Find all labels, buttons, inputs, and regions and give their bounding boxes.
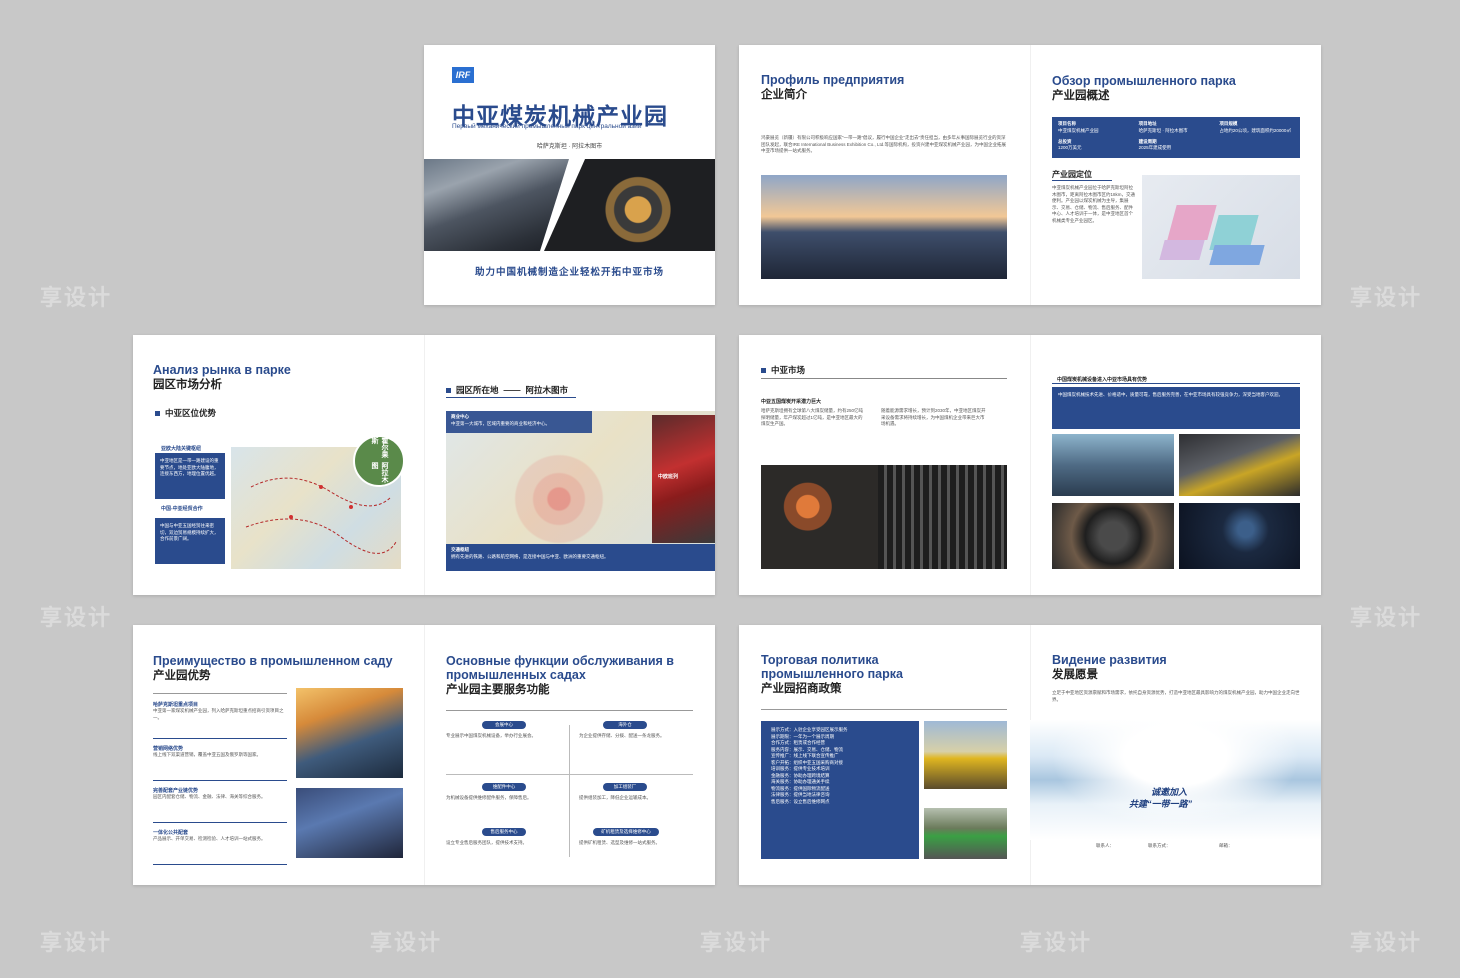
location-advantage-head: 中亚区位优势 [155, 407, 216, 419]
advantages-cn-title: 产业园优势 [153, 670, 211, 682]
dump-truck-photo [924, 721, 1007, 789]
function-5: 售后服务中心 设立专业售后服务团队，提供技术支持。 [446, 828, 527, 845]
market-head: 中亚市场 [761, 364, 805, 376]
watermark-7: 享设计 [700, 930, 773, 955]
machine-photo [544, 159, 715, 251]
logistics-photo [296, 688, 403, 778]
worker-photo [761, 465, 878, 569]
profile-ru-title: Профиль предприятия [761, 73, 905, 87]
location-head: 园区所在地 —— 阿拉木图市 [446, 384, 568, 396]
market-col-2: 随着能源需求增长，预计到2030年，中亚地区煤炭开采设备需求将持续增长，为中国煤… [881, 408, 986, 426]
overview-ru-title: Обзор промышленного парка [1052, 74, 1236, 88]
vision-cn-title: 发展愿景 [1052, 669, 1098, 681]
logo: IRF [452, 67, 474, 83]
cover-page: IRF 中亚煤炭机械产业园 Первый механический промыш… [424, 45, 715, 305]
market-sub: 中亚五国煤炭开采潜力巨大 [761, 399, 822, 405]
watermark-6: 享设计 [1350, 930, 1423, 955]
spread-advantages: Преимущество в промышленном саду 产业园优势 哈… [133, 625, 715, 885]
watermark-2: 享设计 [40, 605, 113, 630]
transport-hub-box: 交通枢纽 拥有先进的铁路、公路和航空网络，是连接中国与中亚、欧洲的重要交通枢纽。 [446, 544, 715, 571]
spread-central-asia-market: 中亚市场 中亚五国煤炭开采潜力巨大 哈萨克斯坦拥有全球第八大煤炭储量，约有250… [739, 335, 1321, 595]
watermark-4: 享设计 [1350, 285, 1423, 310]
office-photo [296, 788, 403, 858]
profile-cn-title: 企业简介 [761, 89, 807, 101]
overview-info-box: 项目名称 中亚煤炭机械产业园 项目地址 哈萨克斯坦 · 阿拉木图市 项目规模 占地约2… [1052, 117, 1300, 158]
market-cn-title: 园区市场分析 [153, 379, 222, 391]
vision-body: 立足于中亚地区资源禀赋和市场需求，依托自身资源优势，打造中亚地区最具影响力的煤炭… [1052, 690, 1300, 702]
cover-location: 哈萨克斯坦 · 阿拉木图市 [536, 144, 603, 150]
map-inset-circle: 霍尔果斯 阿拉木图 [353, 435, 405, 487]
contact-method: 联系方式： [1148, 843, 1171, 848]
watermark-5: 享设计 [1350, 605, 1423, 630]
functions-hdivider [446, 774, 693, 775]
cover-subtitle: Первый механический промышленный парк це… [452, 123, 642, 130]
spread-profile: Профиль предприятия 企业简介 鸿豪展览（新疆）有限公司积极响… [739, 45, 1321, 305]
mine-photo [424, 159, 569, 251]
vision-ru-title: Видение развития [1052, 653, 1167, 667]
cover-slogan: 助力中国机械制造企业轻松开拓中亚市场 [474, 267, 664, 278]
miner-photo [1179, 503, 1300, 569]
watermark-8: 享设计 [1020, 930, 1093, 955]
policy-ru-title-1: Торговая политика [761, 653, 879, 667]
profile-body: 鸿豪展览（新疆）有限公司积极响应国家“一带一路”倡议，履行中国企业“走出去”责任… [761, 135, 1007, 153]
policy-ru-title-2: промышленного парка [761, 667, 903, 681]
positioning-title: 产业园定位 [1052, 170, 1092, 179]
park-rendering [1142, 175, 1300, 279]
business-center-box: 商业中心 中亚第一大城市，区域内重要的商业和经济中心。 [446, 411, 592, 433]
overview-cn-title: 产业园概述 [1052, 90, 1110, 102]
advantage-item-2-title: 中国-中亚经贸合作 [161, 506, 203, 512]
functions-ru-title: Основные функции обслуживания в промышле… [446, 654, 674, 682]
function-2: 海外仓 为企业提供存储、分拨、配送一条龙服务。 [579, 721, 665, 738]
spread-market-analysis: Анализ рынка в парке 园区市场分析 中亚区位优势 亚欧大陆关… [133, 335, 715, 595]
spread-policy-vision: Торговая политика промышленного парка 产业… [739, 625, 1321, 885]
advantage-2: 营销网络优势 线上线下双渠道营销，覆盖中亚五国及俄罗斯等国家。 [153, 739, 287, 781]
market-col-1: 哈萨克斯坦拥有全球第八大煤炭储量，约有250亿吨探明储量，年产煤炭超过1亿吨，是… [761, 408, 864, 426]
coal-photo [1052, 503, 1174, 569]
city-photo [761, 175, 1007, 279]
mining-truck-photo [1179, 434, 1300, 496]
crusher-photo [924, 808, 1007, 859]
policy-cn-title: 产业园招商政策 [761, 683, 842, 695]
advantage-3: 完善配套产业链优势 园区内配套仓储、物流、金融、法律、海关等综合服务。 [153, 781, 287, 823]
tunnel-photo [878, 465, 1007, 569]
function-1: 会展中心 专业展示中国煤炭机械设备，举办行业展会。 [446, 721, 536, 738]
functions-cn-title: 产业园主要服务功能 [446, 684, 550, 696]
advantage-1: 哈萨克斯坦重点项目 中亚第一家煤炭机械产业园，列入哈萨克斯坦重点招商引资项目之一… [153, 699, 287, 739]
market-ru-title: Анализ рынка в парке [153, 363, 291, 377]
function-3: 维配件中心 为机械设备提供维修配件服务，保障售后。 [446, 783, 532, 800]
advantage-sub: 中国煤炭机械设备进入中亚市场具有优势 [1057, 377, 1148, 383]
advantage-4: 一体化公共配套 产品展示、开单交易、检测检验、人才培训一站式服务。 [153, 823, 287, 865]
contact-email: 邮箱： [1219, 843, 1233, 848]
watermark-3: 享设计 [40, 930, 113, 955]
advantage-item-2-box: 中国与中亚五国经贸往来密切，双边贸易规模持续扩大，合作前景广阔。 [155, 518, 225, 564]
advantages-ru-title: Преимущество в промышленном саду [153, 654, 393, 668]
function-6: 矿机租赁及选择维修中心 提供矿机租赁、选型及维修一站式服务。 [579, 828, 660, 845]
policy-box: 展示方式：入驻企业享受园区展示服务 展示期限：一年为一个展示周期 合作方式：租赁… [761, 721, 919, 859]
coal-hall-photo [1052, 434, 1174, 496]
function-4: 加工组装厂 提供组装加工，降低企业运输成本。 [579, 783, 651, 800]
invite-text-2: 共建“一带一路” [1129, 799, 1193, 809]
contact-person: 联系人： [1096, 843, 1114, 848]
watermark-9: 享设计 [370, 930, 443, 955]
watermark-1: 享设计 [40, 285, 113, 310]
positioning-body: 中亚煤炭机械产业园位于哈萨克斯坦阿拉木图市，距离阿拉木图市区约18km，交通便利… [1052, 185, 1136, 223]
functions-divider [569, 725, 570, 857]
advantage-item-1-title: 亚欧大陆关键枢纽 [161, 446, 202, 452]
mountain-photo [1030, 720, 1321, 840]
advantage-item-1-box: 中亚地区是一带一路建设的重要节点，地处亚欧大陆腹地，连接东西方，地理位置优越。 [155, 453, 225, 499]
advantage-box: 中国煤炭机械技术先进、价格适中，质量可靠，售后服务完善，在中亚市场具有较强竞争力… [1052, 387, 1300, 429]
train-photo: 中欧班列 [652, 415, 715, 543]
